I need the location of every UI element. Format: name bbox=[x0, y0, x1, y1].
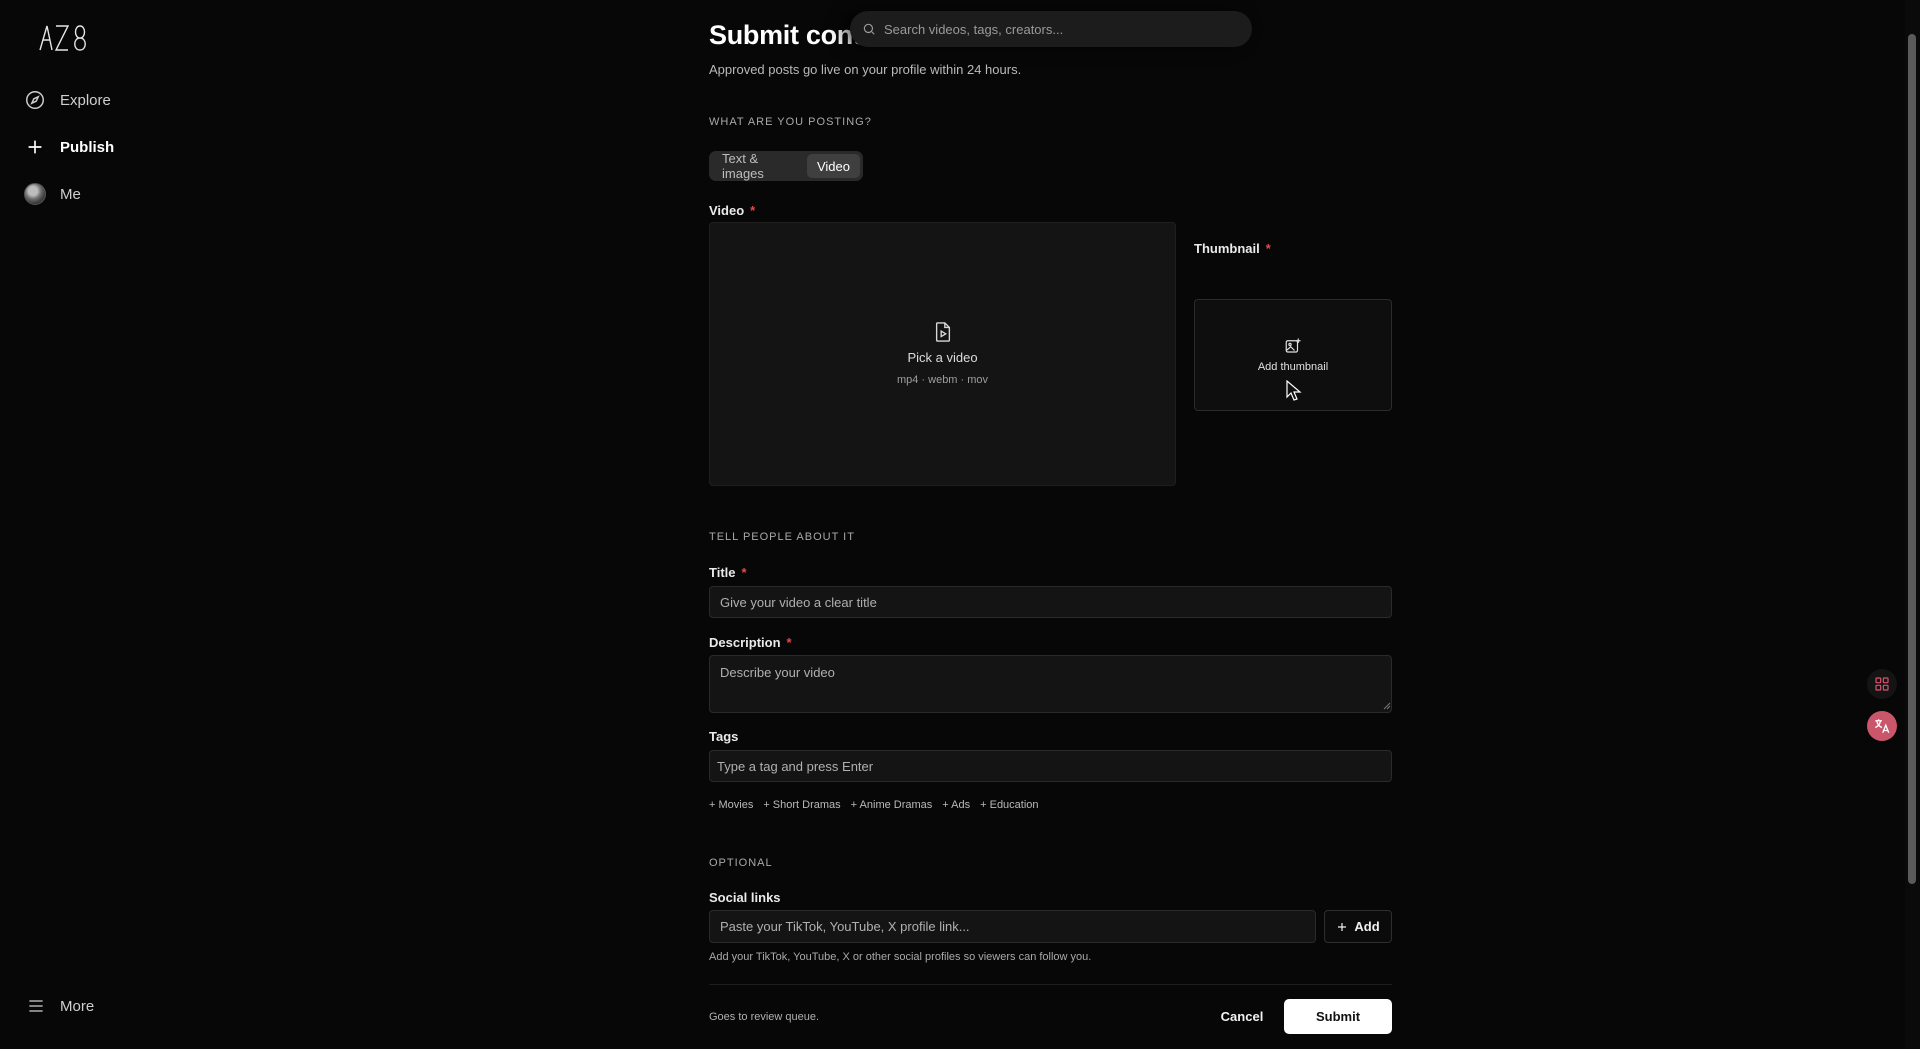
nav-publish[interactable]: Publish bbox=[24, 136, 114, 158]
scrollbar[interactable] bbox=[1905, 0, 1920, 1049]
add-label: Add bbox=[1354, 919, 1380, 934]
avatar bbox=[24, 183, 46, 205]
more-label: More bbox=[60, 997, 95, 1015]
translate-widget-button[interactable] bbox=[1867, 711, 1897, 741]
title-input[interactable] bbox=[709, 586, 1392, 618]
tag-suggestion-anime-dramas[interactable]: + Anime Dramas bbox=[851, 799, 933, 811]
video-formats: mp4 · webm · mov bbox=[896, 374, 989, 386]
required-mark: * bbox=[750, 203, 756, 218]
tag-suggestion-education[interactable]: + Education bbox=[980, 799, 1038, 811]
description-label-text: Description bbox=[709, 635, 781, 650]
post-type-toggle: Text & images Video bbox=[709, 151, 863, 181]
scrollbar-thumb[interactable] bbox=[1908, 34, 1916, 884]
add-thumbnail-text: Add thumbnail bbox=[1257, 361, 1329, 373]
thumbnail-label: Thumbnail * bbox=[1194, 241, 1271, 256]
translate-icon bbox=[1874, 719, 1890, 734]
section-posting-label: WHAT ARE YOU POSTING? bbox=[709, 116, 872, 128]
review-note: Goes to review queue. bbox=[709, 1011, 820, 1023]
search-bar[interactable] bbox=[850, 11, 1252, 47]
video-file-icon bbox=[935, 322, 950, 342]
nav-me[interactable]: Me bbox=[24, 183, 81, 205]
nav-explore[interactable]: Explore bbox=[24, 89, 111, 111]
title-label: Title * bbox=[709, 565, 747, 580]
description-textarea[interactable] bbox=[709, 655, 1392, 713]
search-icon bbox=[863, 23, 875, 35]
page-subtitle: Approved posts go live on your profile w… bbox=[709, 62, 1022, 77]
tag-suggestion-short-dramas[interactable]: + Short Dramas bbox=[763, 799, 840, 811]
required-mark: * bbox=[1265, 241, 1271, 256]
required-mark: * bbox=[741, 565, 747, 580]
tag-suggestion-ads[interactable]: + Ads bbox=[942, 799, 970, 811]
nav-publish-label: Publish bbox=[60, 138, 115, 156]
plus-icon bbox=[1338, 922, 1347, 931]
section-about-label: TELL PEOPLE ABOUT IT bbox=[709, 531, 855, 543]
required-mark: * bbox=[786, 635, 792, 650]
nav-me-label: Me bbox=[60, 185, 81, 203]
resize-handle-icon[interactable] bbox=[1383, 702, 1391, 710]
tags-label: Tags bbox=[709, 729, 739, 744]
social-links-label: Social links bbox=[709, 890, 781, 905]
sidebar: Explore Publish Me More bbox=[0, 0, 240, 1049]
title-label-text: Title bbox=[709, 565, 736, 580]
nav-explore-label: Explore bbox=[60, 91, 111, 109]
divider bbox=[709, 984, 1392, 985]
search-input[interactable] bbox=[884, 21, 1224, 37]
social-links-hint: Add your TikTok, YouTube, X or other soc… bbox=[709, 951, 1092, 963]
add-social-link-button[interactable]: Add bbox=[1324, 910, 1392, 943]
compass-icon bbox=[26, 91, 44, 109]
video-label: Video * bbox=[709, 203, 755, 218]
apps-widget-button[interactable] bbox=[1867, 669, 1897, 699]
tags-input[interactable] bbox=[709, 750, 1392, 782]
menu-icon bbox=[29, 1000, 43, 1012]
post-type-text-images[interactable]: Text & images bbox=[712, 151, 807, 181]
section-optional-label: OPTIONAL bbox=[709, 857, 773, 869]
thumbnail-label-text: Thumbnail bbox=[1194, 241, 1260, 256]
logo[interactable] bbox=[38, 22, 92, 52]
plus-icon bbox=[28, 140, 42, 154]
pick-video-text: Pick a video bbox=[907, 350, 978, 365]
post-type-video[interactable]: Video bbox=[806, 154, 860, 178]
tag-suggestions: + Movies + Short Dramas + Anime Dramas +… bbox=[709, 799, 1039, 811]
grid-icon bbox=[1875, 677, 1889, 691]
image-add-icon bbox=[1285, 338, 1301, 353]
social-link-input[interactable] bbox=[709, 910, 1316, 943]
more-menu[interactable]: More bbox=[26, 996, 94, 1016]
tag-suggestion-movies[interactable]: + Movies bbox=[709, 799, 753, 811]
description-label: Description * bbox=[709, 635, 792, 650]
cancel-button[interactable]: Cancel bbox=[1216, 999, 1268, 1034]
submit-button[interactable]: Submit bbox=[1284, 999, 1392, 1034]
video-label-text: Video bbox=[709, 203, 745, 218]
video-dropzone[interactable]: Pick a video mp4 · webm · mov bbox=[709, 222, 1176, 486]
mouse-cursor-icon bbox=[1286, 380, 1302, 401]
